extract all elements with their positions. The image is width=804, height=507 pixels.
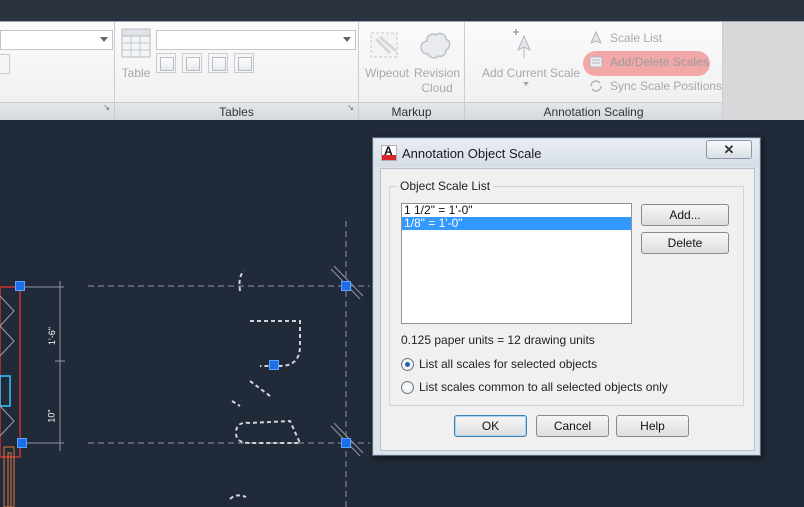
dialog-body: Object Scale List 1 1/2" = 1'-0" 1/8" = … [380, 168, 755, 451]
table-icon [121, 28, 151, 58]
wipeout-button-label[interactable]: Wipeout [362, 66, 412, 81]
add-delete-scales-label-overlay[interactable]: Add/Delete Scales [584, 52, 709, 72]
add-current-scale-dropdown-icon[interactable] [523, 82, 529, 86]
style-combo[interactable] [0, 30, 113, 50]
sync-scale-positions-icon [590, 80, 602, 92]
sync-scale-positions-label: Sync Scale Positions [610, 79, 723, 93]
revision-cloud-label-line1: Revision [413, 66, 461, 80]
add-delete-scales-label: Add/Delete Scales [610, 55, 709, 69]
dialog-titlebar[interactable]: A Annotation Object Scale ✕ [374, 139, 759, 167]
radio-list-common-scales[interactable] [401, 381, 414, 394]
dialog-title: Annotation Object Scale [402, 146, 542, 161]
panel-title-tables: Tables ↘ [115, 102, 358, 120]
scale-listbox[interactable]: 1 1/2" = 1'-0" 1/8" = 1'-0" [401, 203, 632, 324]
add-current-scale-button-label[interactable]: Add Current Scale [475, 66, 587, 81]
ribbon-empty-area [723, 22, 804, 120]
scale-list-label: Scale List [610, 31, 663, 45]
wipeout-icon [370, 32, 398, 58]
grip-handle[interactable] [341, 281, 351, 291]
delete-button[interactable]: Delete [641, 232, 729, 254]
panel-title-annotation-scaling: Annotation Scaling [465, 102, 722, 120]
group-label: Object Scale List [397, 179, 494, 193]
radio-list-all-scales[interactable] [401, 358, 414, 371]
cancel-button[interactable]: Cancel [536, 415, 609, 437]
radio-list-all-scales-label[interactable]: List all scales for selected objects [419, 357, 597, 371]
ribbon-panel-annotation: ↘ [0, 22, 115, 120]
table-style-combo[interactable] [156, 30, 356, 50]
revision-cloud-icon [420, 32, 451, 59]
panel-title-markup: Markup [359, 102, 464, 120]
close-button[interactable]: ✕ [706, 140, 752, 159]
chevron-down-icon [100, 37, 108, 42]
dimension-text-2: 10" [46, 409, 57, 423]
grip-handle[interactable] [17, 438, 27, 448]
panel-title-annotation: ↘ [0, 102, 114, 120]
panel-launcher-icon[interactable]: ↘ [103, 99, 110, 117]
panel-launcher-icon[interactable]: ↘ [347, 99, 354, 117]
sync-scale-positions-button[interactable]: Sync Scale Positions [584, 76, 722, 96]
grip-handle[interactable] [341, 438, 351, 448]
ok-button[interactable]: OK [454, 415, 527, 437]
annotation-scaling-panel-title: Annotation Scaling [543, 105, 644, 119]
table-button-label[interactable]: Table [118, 66, 154, 81]
object-scale-list-group: Object Scale List 1 1/2" = 1'-0" 1/8" = … [389, 179, 744, 406]
add-button[interactable]: Add... [641, 204, 729, 226]
ribbon-panel-tables: Table Tables ↘ [115, 22, 359, 120]
scale-list-icon [590, 30, 602, 44]
add-current-scale-icon [513, 29, 531, 58]
help-button[interactable]: Help [616, 415, 689, 437]
scale-list-button[interactable]: Scale List [584, 28, 662, 48]
table-extract-icon[interactable] [208, 53, 228, 73]
add-delete-scales-icon [589, 56, 603, 68]
partial-icon[interactable] [0, 54, 10, 74]
close-icon: ✕ [723, 142, 735, 157]
table-link-icon[interactable] [182, 53, 202, 73]
title-bar-strip [0, 0, 804, 22]
annotation-object-scale-dialog: A Annotation Object Scale ✕ Object Scale… [372, 137, 761, 456]
radio-list-common-scales-label[interactable]: List scales common to all selected objec… [419, 380, 668, 394]
autocad-app-icon: A [381, 144, 397, 161]
table-merge-icon[interactable] [156, 53, 176, 73]
table-export-icon[interactable] [234, 53, 254, 73]
dimension-text-1: 1'-6" [46, 327, 57, 345]
revision-cloud-button-label[interactable]: Revision Cloud [410, 66, 464, 96]
paper-drawing-units-text: 0.125 paper units = 12 drawing units [401, 333, 595, 347]
ribbon-panel-markup: Wipeout Revision Cloud Markup [359, 22, 465, 120]
tables-panel-title: Tables [219, 105, 254, 119]
markup-panel-title: Markup [391, 105, 432, 119]
list-item[interactable]: 1/8" = 1'-0" [402, 217, 631, 230]
revision-cloud-label-line2: Cloud [421, 81, 453, 95]
chevron-down-icon [343, 37, 351, 42]
grip-handle[interactable] [269, 360, 279, 370]
grip-handle[interactable] [15, 281, 25, 291]
